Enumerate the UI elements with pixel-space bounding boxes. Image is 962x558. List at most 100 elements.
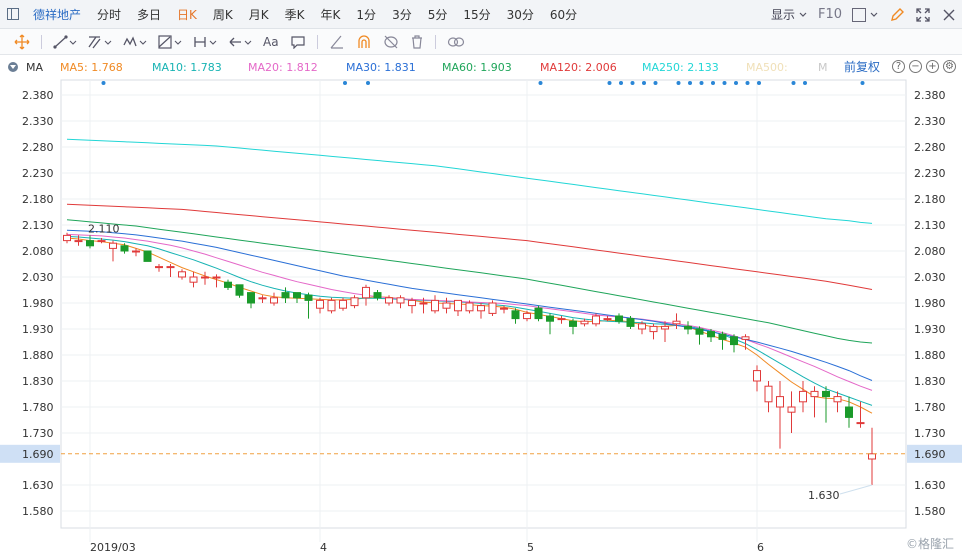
- move-tool[interactable]: [14, 34, 30, 50]
- candle-body: [511, 310, 520, 320]
- tab-period[interactable]: 60分: [542, 6, 585, 23]
- comment-tool[interactable]: [290, 35, 306, 49]
- y-tick-label-right: 2.280: [914, 141, 946, 154]
- wave-icon: [123, 35, 147, 46]
- y-tick-label-right: 2.030: [914, 271, 946, 284]
- y-tick-label-left: 1.580: [22, 505, 54, 518]
- event-dot[interactable]: [630, 81, 635, 85]
- event-dot[interactable]: [538, 81, 543, 85]
- current-price-label-left: 1.690: [22, 448, 54, 461]
- candle-body: [247, 292, 255, 304]
- arrow-left-icon: [229, 37, 252, 46]
- event-dot[interactable]: [343, 81, 347, 85]
- tab-period[interactable]: 年K: [313, 6, 349, 23]
- layout-menu-button[interactable]: [852, 7, 879, 22]
- event-dot[interactable]: [722, 81, 727, 85]
- ma-right-controls: 前复权 ? − + ⚙: [844, 58, 956, 75]
- link-tool[interactable]: [447, 35, 465, 49]
- stock-name[interactable]: 德祥地产: [29, 6, 89, 23]
- magnet-tool[interactable]: [356, 34, 372, 49]
- tab-period[interactable]: 月K: [241, 6, 277, 23]
- text-tool[interactable]: Aa: [263, 35, 279, 49]
- event-dot[interactable]: [619, 81, 623, 85]
- x-tick-label: 5: [527, 541, 534, 554]
- tab-period[interactable]: 30分: [499, 6, 542, 23]
- event-dot[interactable]: [688, 81, 692, 85]
- candle-body: [615, 315, 623, 322]
- candle-body: [718, 333, 727, 340]
- y-tick-label-right: 1.630: [914, 479, 946, 492]
- tab-period[interactable]: 3分: [384, 6, 420, 23]
- y-tick-label-left: 1.780: [22, 401, 54, 414]
- event-dot[interactable]: [642, 81, 646, 85]
- tab-period[interactable]: 分时: [89, 6, 129, 23]
- ruler-tool[interactable]: [329, 35, 345, 49]
- candle-body: [63, 234, 71, 242]
- y-tick-label-left: 2.130: [22, 219, 54, 232]
- event-dot[interactable]: [757, 81, 761, 85]
- event-dot[interactable]: [676, 81, 681, 85]
- draw-pen-button[interactable]: [889, 7, 905, 23]
- tab-period[interactable]: 多日: [129, 6, 169, 23]
- line-tool[interactable]: [53, 34, 77, 49]
- event-dot[interactable]: [734, 81, 738, 85]
- candle-body: [707, 331, 715, 338]
- candle-body: [281, 292, 290, 299]
- candle-body: [339, 299, 347, 309]
- event-dot[interactable]: [711, 81, 715, 85]
- minus-icon[interactable]: −: [909, 60, 922, 73]
- y-tick-label-left: 2.330: [22, 115, 54, 128]
- ma120-value: MA120: 2.006: [540, 61, 617, 74]
- y-tick-label-right: 1.880: [914, 349, 946, 362]
- event-dot[interactable]: [745, 81, 750, 85]
- tab-period-active[interactable]: 日K: [169, 6, 205, 23]
- fibonacci-icon: [158, 34, 182, 49]
- event-dot[interactable]: [791, 81, 796, 85]
- sidebar-toggle-icon[interactable]: [7, 8, 19, 20]
- candle-body: [776, 396, 784, 408]
- y-tick-label-left: 2.380: [22, 89, 54, 102]
- y-tick-label-left: 1.730: [22, 427, 54, 440]
- event-dot[interactable]: [699, 81, 704, 85]
- tab-period[interactable]: 15分: [455, 6, 498, 23]
- event-dot[interactable]: [653, 81, 658, 85]
- event-dot[interactable]: [860, 81, 865, 85]
- tab-period[interactable]: 1分: [348, 6, 384, 23]
- tab-period[interactable]: 季K: [277, 6, 313, 23]
- candle-body: [419, 302, 428, 305]
- y-tick-label-left: 1.930: [22, 323, 54, 336]
- fib-tool[interactable]: [158, 34, 182, 49]
- display-menu-button[interactable]: 显示: [771, 6, 808, 23]
- f10-button[interactable]: F10: [818, 7, 842, 22]
- y-tick-label-right: 1.980: [914, 297, 946, 310]
- tab-period[interactable]: 5分: [420, 6, 456, 23]
- close-button[interactable]: [941, 7, 957, 23]
- range-tool[interactable]: [193, 35, 217, 49]
- drawing-toolbar: Aa: [0, 29, 962, 55]
- y-tick-label-right: 1.830: [914, 375, 946, 388]
- candle-body: [638, 323, 646, 330]
- event-dot[interactable]: [803, 81, 807, 85]
- candle-body: [592, 315, 600, 325]
- y-tick-label-right: 2.230: [914, 167, 946, 180]
- channel-tool[interactable]: [88, 35, 112, 49]
- plus-icon[interactable]: +: [926, 60, 939, 73]
- gear-icon[interactable]: ⚙: [943, 60, 956, 73]
- hide-tool[interactable]: [383, 35, 399, 49]
- candle-body: [327, 299, 336, 312]
- restore-rights-button[interactable]: 前复权: [844, 58, 880, 75]
- collapse-toggle-icon[interactable]: [8, 62, 18, 72]
- wave-tool[interactable]: [123, 35, 147, 49]
- event-dot[interactable]: [101, 81, 106, 85]
- event-dot[interactable]: [607, 81, 612, 85]
- y-tick-label-left: 2.230: [22, 167, 54, 180]
- expand-button[interactable]: [915, 7, 931, 23]
- eye-off-icon: [383, 35, 398, 48]
- tab-period[interactable]: 周K: [205, 6, 241, 23]
- help-icon[interactable]: ?: [892, 60, 905, 73]
- kline-chart[interactable]: 2.380 2.380 2.330 2.330 2.280 2.280 2.230 2.230…: [0, 78, 962, 558]
- arrow-tool[interactable]: [228, 35, 252, 49]
- event-dot[interactable]: [366, 81, 370, 85]
- delete-tool[interactable]: [410, 34, 424, 49]
- candle-body: [442, 302, 451, 309]
